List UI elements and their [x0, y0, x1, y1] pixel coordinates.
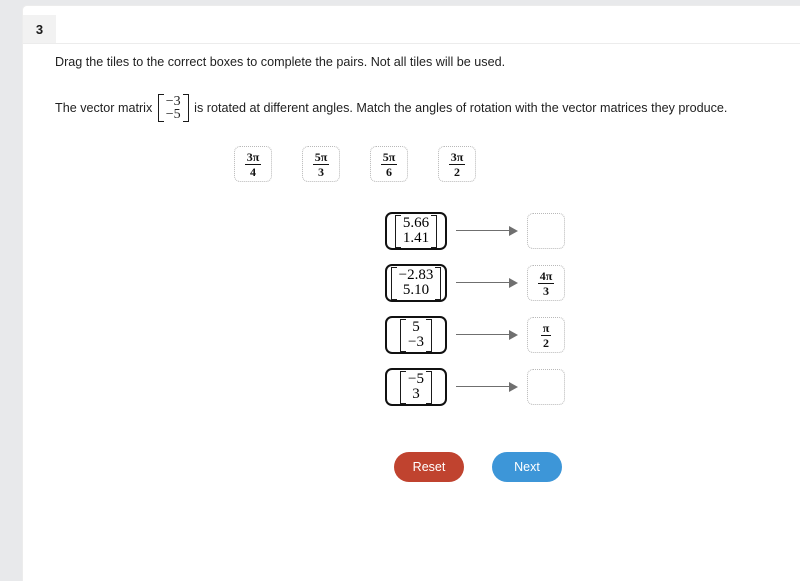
- answer-numerator-1: 4π: [537, 268, 555, 284]
- arrow-head: [509, 225, 518, 236]
- source-matrix-1[interactable]: −2.83 5.10: [385, 264, 447, 302]
- reset-button[interactable]: Reset: [394, 452, 464, 482]
- matrix-value-top: 5.66: [402, 214, 430, 231]
- question-content: Drag the tiles to the correct boxes to c…: [55, 53, 775, 122]
- match-row-0: 5.66 1.41: [385, 209, 565, 253]
- result-matrix-1: −2.83 5.10: [390, 266, 442, 300]
- question-number-tab: 3: [23, 15, 56, 43]
- matrix-values: 5 −3: [406, 319, 426, 352]
- answer-numerator-2: π: [540, 320, 552, 336]
- arrow-icon-0: [456, 225, 518, 237]
- arrow-head: [509, 329, 518, 340]
- answer-denominator-1: 3: [542, 283, 549, 298]
- matrix-values: −5 3: [406, 371, 426, 404]
- arrow-icon-1: [456, 277, 518, 289]
- arrow-head: [509, 381, 518, 392]
- result-matrix-0: 5.66 1.41: [394, 214, 438, 248]
- matrix-bracket-right: [425, 370, 432, 404]
- tile-denominator-3: 2: [453, 164, 460, 179]
- arrow-shaft: [456, 386, 510, 388]
- matrix-bracket-right: [435, 266, 442, 300]
- next-button[interactable]: Next: [492, 452, 562, 482]
- arrow-icon-2: [456, 329, 518, 341]
- answer-fraction-2: π 2: [540, 320, 552, 350]
- tile-numerator-3: 3π: [448, 149, 466, 165]
- matrix-values: −3 −5: [164, 94, 183, 122]
- answer-denominator-2: 2: [542, 335, 549, 350]
- arrow-shaft: [456, 334, 510, 336]
- matrix-values: −2.83 5.10: [397, 267, 436, 300]
- tile-fraction-0: 3π 4: [244, 149, 262, 179]
- drop-target-1[interactable]: 4π 3: [527, 265, 565, 301]
- matrix-value-top: −5: [408, 370, 424, 387]
- arrow-shaft: [456, 230, 510, 232]
- source-matrix-0[interactable]: 5.66 1.41: [385, 212, 447, 250]
- matrix-value-bottom: 1.41: [402, 230, 430, 246]
- match-row-3: −5 3: [385, 365, 565, 409]
- tile-numerator-2: 5π: [380, 149, 398, 165]
- source-matrix-3[interactable]: −5 3: [385, 368, 447, 406]
- drop-target-2[interactable]: π 2: [527, 317, 565, 353]
- matrix-bracket-right: [425, 318, 432, 352]
- matrix-value-top: 5: [412, 318, 420, 335]
- instruction-text: Drag the tiles to the correct boxes to c…: [55, 55, 506, 69]
- arrow-icon-3: [456, 381, 518, 393]
- source-matrix-2[interactable]: 5 −3: [385, 316, 447, 354]
- matrix-value-bottom: −5: [165, 107, 181, 122]
- result-matrix-3: −5 3: [400, 370, 432, 404]
- tile-denominator-1: 3: [317, 164, 324, 179]
- answer-fraction-1: 4π 3: [537, 268, 555, 298]
- result-matrix-2: 5 −3: [400, 318, 432, 352]
- tile-3[interactable]: 3π 2: [438, 146, 476, 182]
- drop-target-0[interactable]: [527, 213, 565, 249]
- prompt-vector-matrix: −3 −5: [157, 94, 189, 122]
- question-card: 3 Drag the tiles to the correct boxes to…: [23, 6, 800, 581]
- tile-1[interactable]: 5π 3: [302, 146, 340, 182]
- matrix-value-top: −2.83: [398, 266, 434, 283]
- matrix-value-bottom: −3: [408, 334, 424, 350]
- prompt-text-before: The vector matrix: [55, 101, 156, 115]
- page-root: 3 Drag the tiles to the correct boxes to…: [0, 0, 800, 581]
- matrix-value-bottom: 3: [412, 386, 420, 402]
- matrix-values: 5.66 1.41: [401, 215, 431, 248]
- drop-target-3[interactable]: [527, 369, 565, 405]
- match-row-1: −2.83 5.10 4π 3: [385, 261, 565, 305]
- arrow-shaft: [456, 282, 510, 284]
- question-number: 3: [35, 21, 44, 37]
- tile-numerator-0: 3π: [244, 149, 262, 165]
- tile-fraction-3: 3π 2: [448, 149, 466, 179]
- tile-fraction-2: 5π 6: [380, 149, 398, 179]
- tile-numerator-1: 5π: [312, 149, 330, 165]
- match-row-2: 5 −3 π 2: [385, 313, 565, 357]
- prompt-text-after: is rotated at different angles. Match th…: [190, 101, 728, 115]
- tile-fraction-1: 5π 3: [312, 149, 330, 179]
- tile-denominator-0: 4: [249, 164, 256, 179]
- tile-2[interactable]: 5π 6: [370, 146, 408, 182]
- action-buttons: Reset Next: [394, 452, 562, 482]
- arrow-head: [509, 277, 518, 288]
- header-divider: [23, 43, 800, 44]
- tile-tray: 3π 4 5π 3 5π 6 3π 2: [234, 146, 476, 182]
- match-rows: 5.66 1.41 −2.83 5.10 4π 3 5 −3 π 2 −5 3: [385, 209, 565, 417]
- matrix-bracket-right: [431, 214, 438, 248]
- tile-denominator-2: 6: [385, 164, 392, 179]
- matrix-bracket-right: [182, 94, 189, 122]
- matrix-value-bottom: 5.10: [402, 282, 430, 298]
- tile-0[interactable]: 3π 4: [234, 146, 272, 182]
- prompt-text: The vector matrix −3 −5 is rotated at di…: [55, 94, 775, 122]
